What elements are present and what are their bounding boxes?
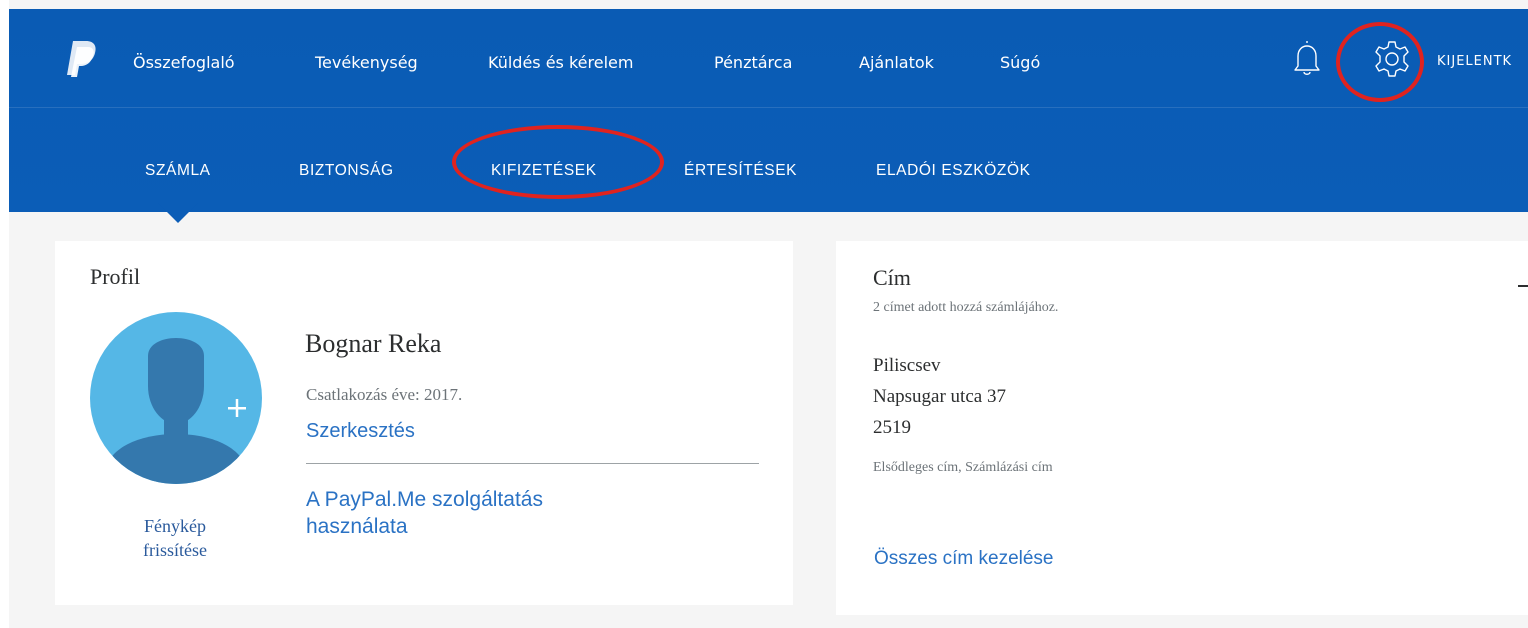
nav-help[interactable]: Súgó — [1000, 53, 1040, 72]
update-photo-line1: Fénykép — [144, 516, 206, 536]
update-photo-line2: frissítése — [143, 540, 207, 560]
gear-icon[interactable] — [1372, 39, 1412, 79]
nav-wallet[interactable]: Pénztárca — [714, 53, 792, 72]
nav-send-request[interactable]: Küldés és kérelem — [488, 53, 633, 72]
paypalme-line1: A PayPal.Me szolgáltatás — [306, 488, 543, 511]
nav-activity[interactable]: Tevékenység — [315, 53, 418, 72]
logout-link[interactable]: KIJELENTK — [1437, 54, 1512, 69]
subnav-security[interactable]: BIZTONSÁG — [299, 162, 394, 180]
profile-card: Profil Fénykép frissítése Bognar Reka Cs… — [55, 241, 793, 605]
subnav-seller-tools[interactable]: ELADÓI ESZKÖZÖK — [876, 162, 1031, 180]
nav-divider — [9, 107, 1528, 108]
address-subtitle: 2 címet adott hozzá számlájához. — [873, 300, 1059, 315]
subnav-account[interactable]: SZÁMLA — [145, 162, 211, 180]
address-title: Cím — [873, 265, 911, 290]
avatar[interactable] — [90, 312, 262, 484]
nav-offers[interactable]: Ajánlatok — [859, 53, 934, 72]
top-header: Összefoglaló Tevékenység Küldés és kérel… — [9, 9, 1528, 212]
address-card: Cím 2 címet adott hozzá számlájához. Pil… — [836, 241, 1528, 615]
collapse-icon[interactable] — [1518, 285, 1528, 287]
address-line-city: Piliscsev — [873, 355, 941, 376]
address-line-zip: 2519 — [873, 417, 911, 438]
subnav-payments[interactable]: KIFIZETÉSEK — [491, 162, 597, 180]
address-type: Elsődleges cím, Számlázási cím — [873, 460, 1053, 475]
edit-profile-link[interactable]: Szerkesztés — [306, 420, 415, 443]
address-line-street: Napsugar utca 37 — [873, 386, 1006, 407]
subnav-notifications[interactable]: ÉRTESÍTÉSEK — [684, 162, 797, 180]
profile-divider — [306, 463, 759, 464]
manage-addresses-link[interactable]: Összes cím kezelése — [874, 548, 1054, 570]
nav-summary[interactable]: Összefoglaló — [133, 53, 235, 72]
profile-title: Profil — [90, 264, 141, 289]
paypalme-line2: használata — [306, 515, 408, 538]
bell-icon[interactable] — [1292, 39, 1322, 81]
joined-year: Csatlakozás éve: 2017. — [306, 385, 463, 404]
active-tab-indicator — [158, 203, 198, 223]
paypal-logo[interactable] — [64, 39, 98, 79]
paypalme-link[interactable]: A PayPal.Me szolgáltatás használata — [306, 486, 666, 540]
user-name: Bognar Reka — [305, 329, 442, 358]
update-photo-link[interactable]: Fénykép frissítése — [85, 514, 265, 562]
